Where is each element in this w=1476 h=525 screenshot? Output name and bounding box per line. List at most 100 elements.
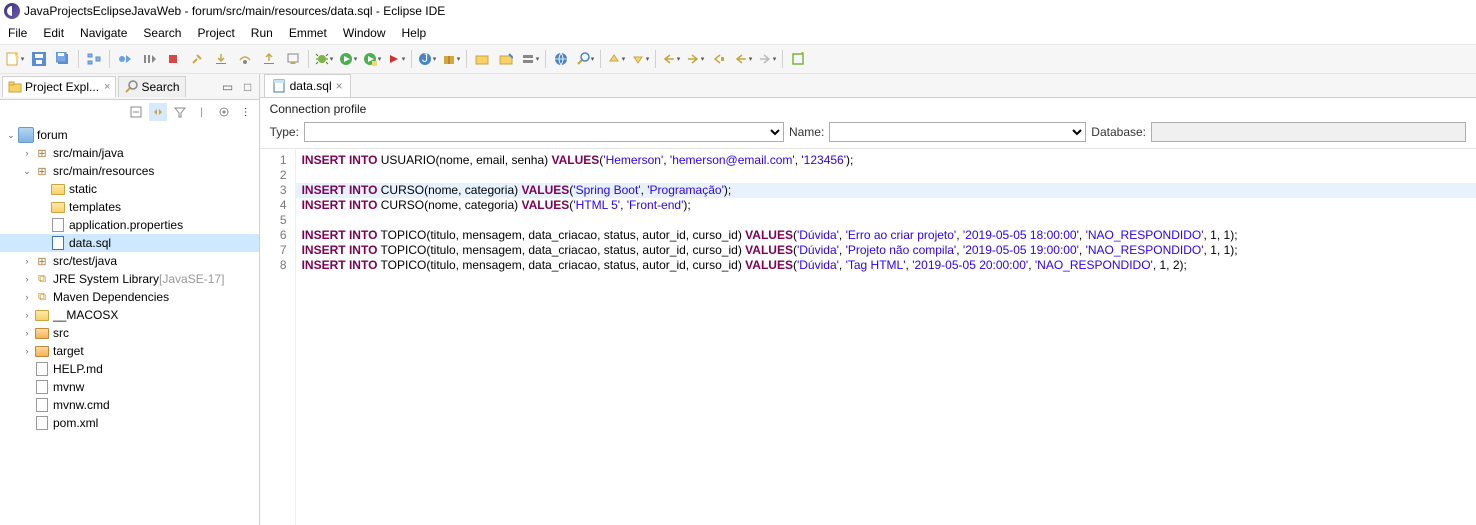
menu-navigate[interactable]: Navigate	[72, 24, 135, 42]
tree-item[interactable]: mvnw.cmd	[0, 396, 259, 414]
toggle-breadcrumb-button[interactable]	[83, 48, 105, 70]
web-browser-button[interactable]	[550, 48, 572, 70]
debug-button[interactable]	[313, 48, 335, 70]
main-toolbar: J	[0, 44, 1476, 74]
name-combo[interactable]	[829, 122, 1086, 142]
open-type-button[interactable]	[471, 48, 493, 70]
tree-item[interactable]: forum	[0, 126, 259, 144]
database-label: Database:	[1091, 125, 1146, 139]
database-combo[interactable]	[1151, 122, 1466, 142]
tree-item[interactable]: ⊞src/main/resources	[0, 162, 259, 180]
skip-breakpoints-button[interactable]	[114, 48, 136, 70]
view-menu-button[interactable]: ⋮	[237, 103, 255, 121]
code-content[interactable]: INSERT INTO USUARIO(nome, email, senha) …	[296, 149, 1476, 525]
tree-item[interactable]: mvnw	[0, 378, 259, 396]
tree-item[interactable]: ⧉JRE System Library [JavaSE-17]	[0, 270, 259, 288]
last-edit-button[interactable]	[708, 48, 730, 70]
tree-item[interactable]: templates	[0, 198, 259, 216]
separator	[600, 50, 601, 68]
disconnect-button[interactable]	[186, 48, 208, 70]
new-java-button[interactable]: J	[416, 48, 438, 70]
menu-window[interactable]: Window	[335, 24, 394, 42]
nav-forward-button[interactable]	[756, 48, 778, 70]
new-server-button[interactable]	[519, 48, 541, 70]
tab-label: data.sql	[290, 79, 332, 93]
tree-item[interactable]: src	[0, 324, 259, 342]
window-title: JavaProjectsEclipseJavaWeb - forum/src/m…	[24, 4, 445, 18]
nav-back-button[interactable]	[732, 48, 754, 70]
separator: |	[193, 103, 211, 121]
save-all-button[interactable]	[52, 48, 74, 70]
tree-item[interactable]: ⧉Maven Dependencies	[0, 288, 259, 306]
tree-item[interactable]: target	[0, 342, 259, 360]
line-gutter: 12345678	[260, 149, 296, 525]
search-icon	[124, 80, 138, 94]
separator	[78, 50, 79, 68]
prev-annotation-button[interactable]	[605, 48, 627, 70]
step-return-button[interactable]	[258, 48, 280, 70]
tree-item[interactable]: ⊞src/test/java	[0, 252, 259, 270]
tree-item[interactable]: static	[0, 180, 259, 198]
project-tree[interactable]: forum⊞src/main/java⊞src/main/resourcesst…	[0, 124, 259, 525]
sql-file-icon	[272, 79, 286, 93]
type-label: Type:	[270, 125, 299, 139]
save-button[interactable]	[28, 48, 50, 70]
link-editor-button[interactable]	[149, 103, 167, 121]
separator	[109, 50, 110, 68]
tree-item[interactable]: ⊞src/main/java	[0, 144, 259, 162]
svg-text:J: J	[422, 52, 428, 65]
project-explorer-icon	[8, 80, 22, 94]
separator	[411, 50, 412, 68]
tab-data-sql[interactable]: data.sql ×	[264, 74, 351, 97]
project-explorer-panel: Project Expl... × Search ▭ □ | ⋮ forum⊞s…	[0, 74, 260, 525]
maximize-icon[interactable]: □	[241, 80, 255, 94]
connection-profile-row: Type: Name: Database:	[260, 118, 1476, 149]
tree-item[interactable]: HELP.md	[0, 360, 259, 378]
terminate-button[interactable]	[162, 48, 184, 70]
tab-label: Search	[141, 80, 179, 94]
step-over-button[interactable]	[234, 48, 256, 70]
collapse-all-button[interactable]	[127, 103, 145, 121]
menu-help[interactable]: Help	[394, 24, 435, 42]
step-into-button[interactable]	[210, 48, 232, 70]
resume-button[interactable]	[138, 48, 160, 70]
new-package-button[interactable]	[440, 48, 462, 70]
run-last-button[interactable]	[385, 48, 407, 70]
next-annotation-button[interactable]	[629, 48, 651, 70]
type-combo[interactable]	[304, 122, 784, 142]
menu-search[interactable]: Search	[135, 24, 189, 42]
coverage-button[interactable]	[361, 48, 383, 70]
separator	[466, 50, 467, 68]
minimize-icon[interactable]: ▭	[221, 80, 235, 94]
close-icon[interactable]: ×	[336, 79, 343, 93]
pin-editor-button[interactable]	[787, 48, 809, 70]
tab-project-explorer[interactable]: Project Expl... ×	[2, 76, 116, 97]
side-tab-bar: Project Expl... × Search ▭ □	[0, 74, 259, 100]
open-task-button[interactable]	[495, 48, 517, 70]
explorer-toolbar: | ⋮	[0, 100, 259, 124]
tree-item[interactable]: pom.xml	[0, 414, 259, 432]
menu-emmet[interactable]: Emmet	[281, 24, 335, 42]
tree-item[interactable]: data.sql	[0, 234, 259, 252]
eclipse-icon	[4, 3, 20, 19]
code-editor[interactable]: 12345678 INSERT INTO USUARIO(nome, email…	[260, 149, 1476, 525]
focus-button[interactable]	[215, 103, 233, 121]
drop-to-frame-button[interactable]	[282, 48, 304, 70]
forward-button[interactable]	[684, 48, 706, 70]
new-button[interactable]	[4, 48, 26, 70]
editor-tab-bar: data.sql ×	[260, 74, 1476, 98]
back-button[interactable]	[660, 48, 682, 70]
menu-bar: File Edit Navigate Search Project Run Em…	[0, 22, 1476, 44]
close-icon[interactable]: ×	[104, 81, 110, 93]
menu-file[interactable]: File	[0, 24, 35, 42]
menu-run[interactable]: Run	[243, 24, 281, 42]
search-button[interactable]	[574, 48, 596, 70]
menu-project[interactable]: Project	[189, 24, 242, 42]
filter-button[interactable]	[171, 103, 189, 121]
run-button[interactable]	[337, 48, 359, 70]
tree-item[interactable]: application.properties	[0, 216, 259, 234]
menu-edit[interactable]: Edit	[35, 24, 72, 42]
tree-item[interactable]: __MACOSX	[0, 306, 259, 324]
separator	[655, 50, 656, 68]
tab-search[interactable]: Search	[118, 76, 185, 97]
